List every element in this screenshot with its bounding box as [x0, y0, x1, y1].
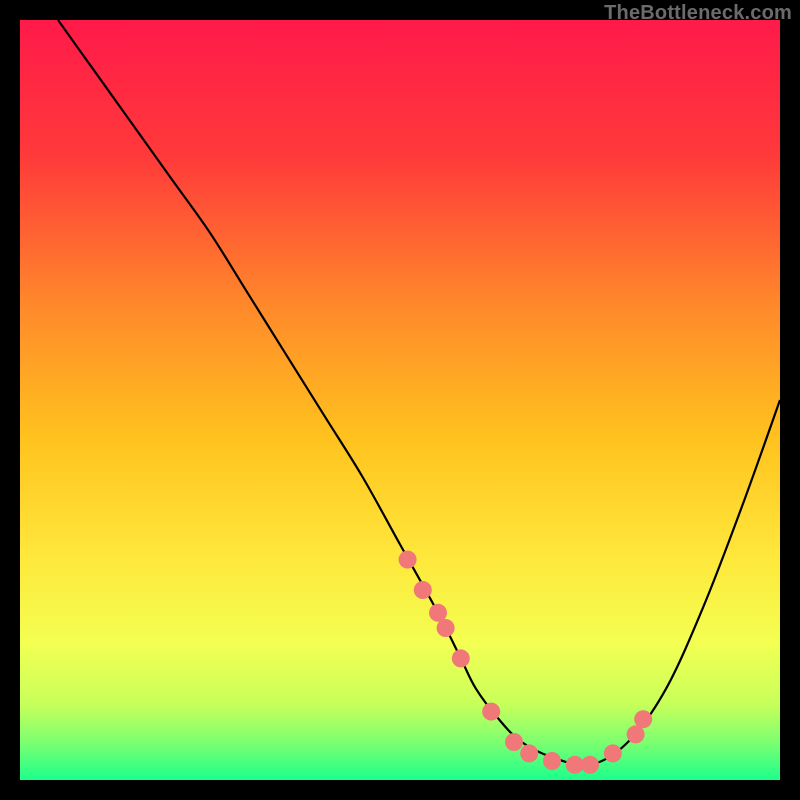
- data-marker: [634, 710, 652, 728]
- data-marker: [543, 752, 561, 770]
- chart-frame: [20, 20, 780, 780]
- data-marker: [520, 744, 538, 762]
- data-marker: [482, 703, 500, 721]
- data-marker: [437, 619, 455, 637]
- data-marker: [399, 551, 417, 569]
- data-marker: [604, 744, 622, 762]
- bottleneck-chart: [20, 20, 780, 780]
- data-marker: [452, 649, 470, 667]
- data-marker: [581, 756, 599, 774]
- data-marker: [414, 581, 432, 599]
- watermark-text: TheBottleneck.com: [604, 2, 792, 25]
- data-marker: [505, 733, 523, 751]
- gradient-background: [20, 20, 780, 780]
